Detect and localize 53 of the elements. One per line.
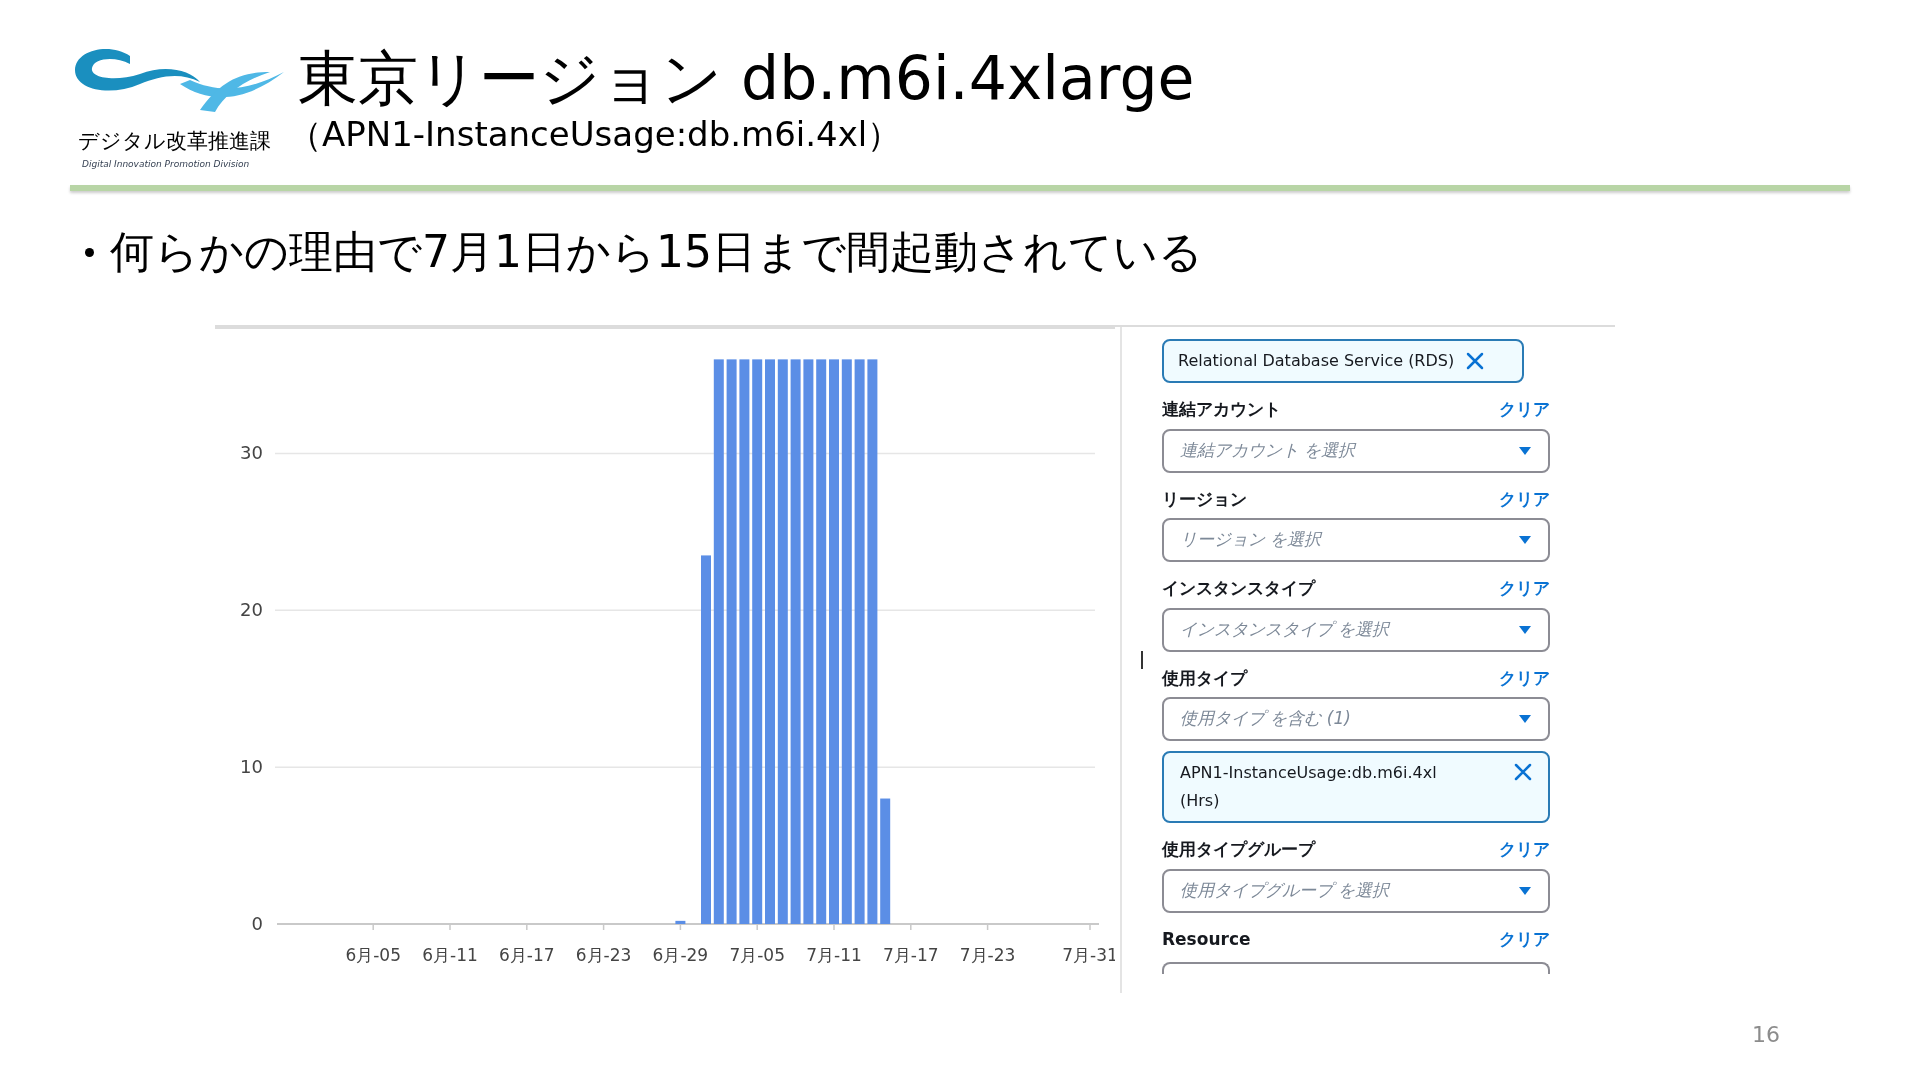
bar <box>675 920 686 924</box>
filter-dropdown[interactable]: 使用タイプグループ を選択 <box>1162 868 1550 913</box>
filter-dropdown[interactable]: 連結アカウント を選択 <box>1162 428 1550 473</box>
chip-text: Relational Database Service (RDS) <box>1178 350 1455 372</box>
x-tick-label: 6月-05 <box>345 945 401 965</box>
filter-label: 使用タイプグループ <box>1162 838 1315 861</box>
filter-label: 連結アカウント <box>1162 398 1281 421</box>
logo-org-name: デジタル改革推進課 <box>78 128 271 155</box>
y-tick-label: 10 <box>240 756 263 778</box>
text-cursor-icon <box>1141 651 1143 669</box>
dropdown-text: リージョン を選択 <box>1180 528 1322 552</box>
caret-down-icon <box>1518 445 1532 456</box>
x-tick-label: 6月-11 <box>422 945 478 965</box>
clear-link[interactable]: クリア <box>1499 665 1550 691</box>
clear-link[interactable]: クリア <box>1499 576 1550 602</box>
close-icon[interactable] <box>1466 352 1485 370</box>
caret-down-icon <box>1518 885 1532 896</box>
slide-title: 東京リージョン db.m6i.4xlarge <box>298 42 1195 114</box>
clear-link[interactable]: クリア <box>1499 837 1550 863</box>
filter-label: リージョン <box>1162 487 1247 511</box>
x-tick-label: 7月-05 <box>729 945 785 965</box>
logo-org-subtitle: Digital Innovation Promotion Division <box>82 157 250 171</box>
filter-label: インスタンスタイプ <box>1162 577 1315 600</box>
filter-dropdown[interactable]: 使用タイプ を含む (1) <box>1162 697 1550 741</box>
close-icon[interactable] <box>1514 763 1532 781</box>
x-tick-label: 7月-11 <box>806 945 862 965</box>
filter-dropdown[interactable] <box>1162 962 1550 974</box>
slide-subtitle: （APN1-InstanceUsage:db.m6i.4xl） <box>288 114 903 154</box>
dropdown-text: インスタンスタイプ を選択 <box>1180 617 1390 641</box>
x-tick-label: 6月-29 <box>652 945 709 965</box>
dropdown-text: 連結アカウント を選択 <box>1180 438 1356 462</box>
x-tick-label: 6月-23 <box>575 945 632 965</box>
caret-down-icon <box>1518 535 1532 545</box>
bullet-text: 何らかの理由で7月1日から15日まで間起動されている <box>110 225 1203 279</box>
clear-link[interactable]: クリア <box>1499 926 1550 952</box>
caret-down-icon <box>1518 624 1532 635</box>
y-tick-label: 20 <box>240 599 263 621</box>
y-tick-label: 0 <box>251 913 263 934</box>
token-text: APN1-InstanceUsage:db.m6i.4xl (Hrs) <box>1180 762 1438 812</box>
x-tick-label: 7月-23 <box>959 945 1016 965</box>
dropdown-text: 使用タイプ を含む (1) <box>1180 707 1351 731</box>
x-tick-label: 7月-17 <box>883 945 939 965</box>
x-tick-label: 6月-17 <box>499 945 555 965</box>
y-tick-label: 30 <box>240 442 263 464</box>
caret-down-icon <box>1518 714 1532 724</box>
clear-link[interactable]: クリア <box>1499 486 1550 512</box>
clear-link[interactable]: クリア <box>1499 397 1550 423</box>
dropdown-text: 使用タイプグループ を選択 <box>1180 878 1390 902</box>
filter-dropdown[interactable]: インスタンスタイプ を選択 <box>1162 607 1550 652</box>
filter-label: Resource <box>1162 927 1251 951</box>
filter-label: 使用タイプ <box>1162 666 1247 690</box>
page-number: 16 <box>1752 1021 1780 1049</box>
filter-dropdown[interactable]: リージョン を選択 <box>1162 518 1550 562</box>
